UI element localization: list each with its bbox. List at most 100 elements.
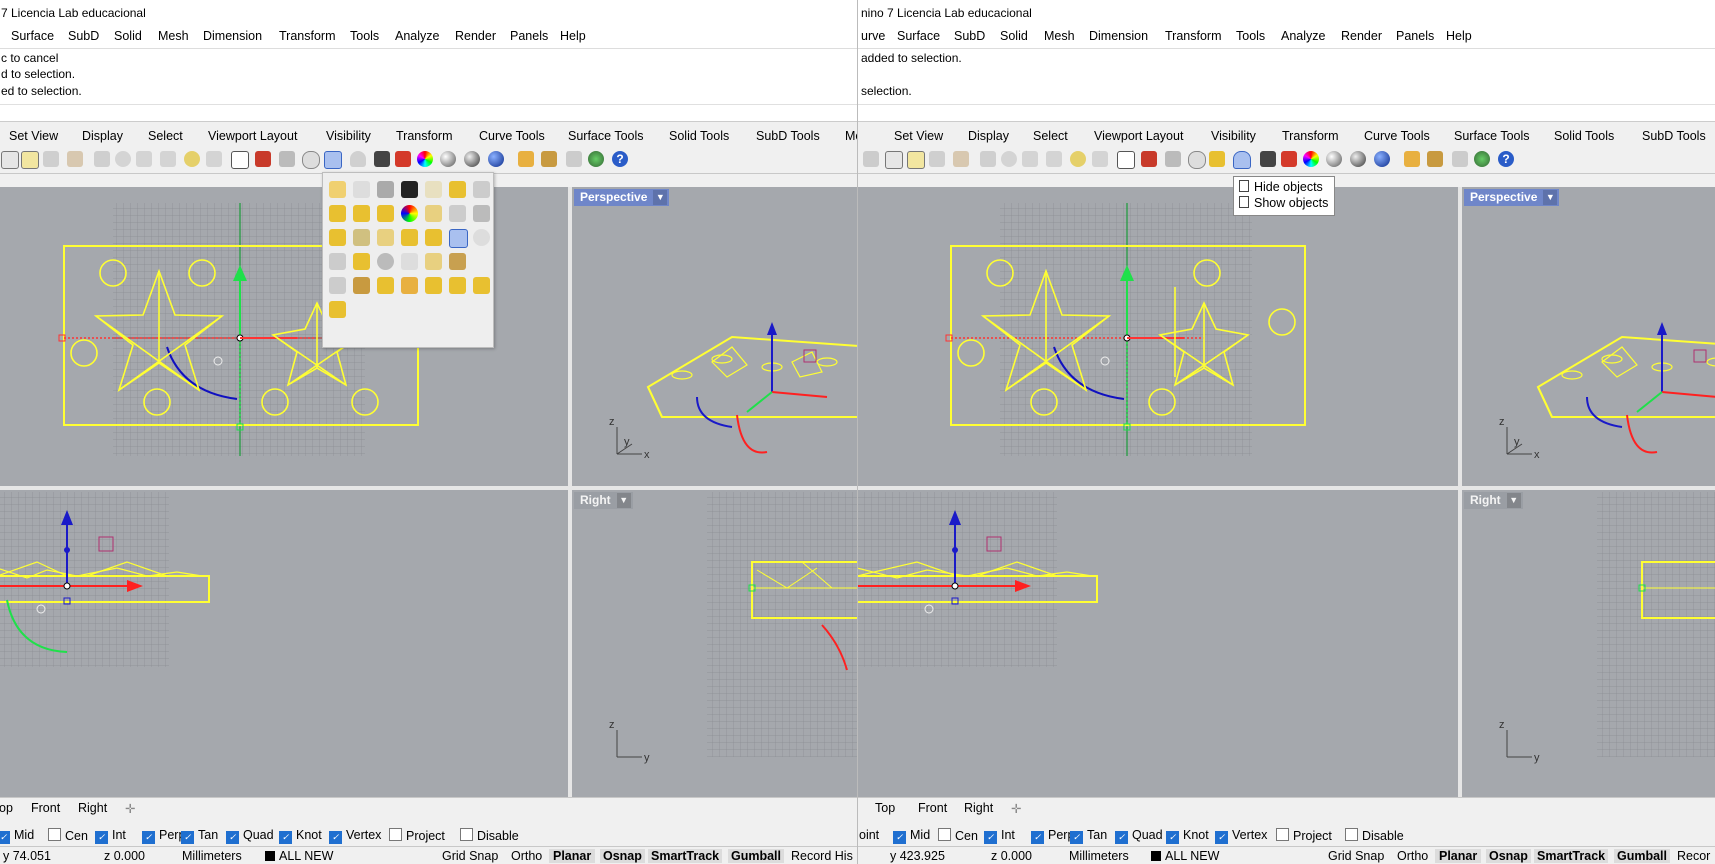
viewport-right-title[interactable]: Right ▼ (1464, 492, 1523, 509)
grid-snap-toggle[interactable]: Grid Snap (442, 849, 498, 863)
copy-icon[interactable] (1, 151, 19, 169)
shaded-icon[interactable] (1326, 151, 1342, 167)
rotate-view-icon[interactable] (94, 151, 110, 167)
tab-surface-tools[interactable]: Surface Tools (568, 129, 644, 143)
menu-help[interactable]: Help (560, 29, 586, 43)
smarttrack-toggle[interactable]: SmartTrack (648, 849, 723, 863)
osnap-int[interactable]: ✓ Int (984, 828, 1015, 844)
key-icon[interactable] (425, 277, 442, 294)
record-history-toggle[interactable]: Recor (1677, 849, 1710, 863)
tab-curve-tools[interactable]: Curve Tools (479, 129, 545, 143)
tab-set-view[interactable]: Set View (894, 129, 943, 143)
cut-icon[interactable] (863, 151, 879, 167)
shaded-icon[interactable] (440, 151, 456, 167)
osnap-point[interactable]: oint (859, 828, 879, 842)
grid-snap-toggle[interactable]: Grid Snap (1328, 849, 1384, 863)
sphere-icon[interactable] (377, 253, 394, 270)
color-icon[interactable] (1303, 151, 1319, 167)
layer-icon[interactable] (395, 151, 411, 167)
rendered-icon[interactable] (464, 151, 480, 167)
gear-icon[interactable] (1427, 151, 1443, 167)
osnap-tan[interactable]: ✓ Tan (1070, 828, 1107, 844)
viewport-perspective-title[interactable]: Perspective ▼ (574, 189, 670, 206)
solid-icon[interactable] (377, 205, 394, 222)
zoom-window-icon[interactable] (136, 151, 152, 167)
menu-surface[interactable]: Surface (897, 29, 940, 43)
tab-surface-tools[interactable]: Surface Tools (1454, 129, 1530, 143)
osnap-toggle[interactable]: Osnap (1486, 849, 1531, 863)
points-icon[interactable] (329, 205, 346, 222)
osnap-perp[interactable]: ✓ Perp (142, 828, 185, 844)
pan-icon[interactable] (67, 151, 83, 167)
four-viewports-icon[interactable] (1117, 151, 1135, 169)
osnap-cen[interactable]: Cen (48, 828, 88, 843)
osnap-project[interactable]: Project (1276, 828, 1332, 843)
osnap-knot[interactable]: ✓ Knot (279, 828, 322, 844)
group-icon[interactable] (377, 277, 394, 294)
dimension-icon[interactable] (566, 151, 582, 167)
select-objects-icon[interactable] (324, 151, 342, 169)
menu-panels[interactable]: Panels (510, 29, 548, 43)
menu-solid[interactable]: Solid (1000, 29, 1028, 43)
tab-solid-tools[interactable]: Solid Tools (669, 129, 729, 143)
cube-icon[interactable] (401, 253, 418, 270)
menu-tools[interactable]: Tools (350, 29, 379, 43)
curve-icon[interactable] (353, 229, 370, 246)
car-ghost-icon[interactable] (279, 151, 295, 167)
tab-right[interactable]: Right (964, 801, 993, 815)
osnap-perp[interactable]: ✓ Perp (1031, 828, 1074, 844)
color-select-icon[interactable] (401, 205, 418, 222)
menu-render[interactable]: Render (1341, 29, 1382, 43)
spiral-icon[interactable] (449, 229, 468, 248)
copy-icon[interactable] (885, 151, 903, 169)
menu-surface[interactable]: Surface (11, 29, 54, 43)
menu-mesh[interactable]: Mesh (158, 29, 189, 43)
osnap-cen[interactable]: Cen (938, 828, 978, 843)
tab-solid-tools[interactable]: Solid Tools (1554, 129, 1614, 143)
extrusion-icon[interactable] (401, 229, 418, 246)
menu-tools[interactable]: Tools (1236, 29, 1265, 43)
undo-view-icon[interactable] (1092, 151, 1108, 167)
tab-curve-tools[interactable]: Curve Tools (1364, 129, 1430, 143)
chevron-down-icon[interactable]: ▼ (1506, 493, 1521, 508)
annotation-icon[interactable] (425, 253, 442, 270)
viewport-front[interactable] (0, 490, 568, 797)
ortho-toggle[interactable]: Ortho (1397, 849, 1428, 863)
dimension-icon[interactable] (1452, 151, 1468, 167)
osnap-mid[interactable]: ✓ Mid (0, 828, 34, 844)
paste-icon[interactable] (907, 151, 925, 169)
undo-view-icon[interactable] (206, 151, 222, 167)
zoom-icon[interactable] (1001, 151, 1017, 167)
zoom-selected-icon[interactable] (1070, 151, 1086, 167)
menu-curve[interactable]: urve (861, 29, 885, 43)
list-icon[interactable] (425, 181, 442, 198)
zoom-extents-icon[interactable] (1046, 151, 1062, 167)
menu-subd[interactable]: SubD (68, 29, 99, 43)
planar-toggle[interactable]: Planar (549, 849, 596, 863)
text-icon[interactable] (353, 205, 370, 222)
menu-render[interactable]: Render (455, 29, 496, 43)
planar-toggle[interactable]: Planar (1435, 849, 1482, 863)
filter-icon[interactable] (377, 181, 394, 198)
surface-icon[interactable] (425, 205, 442, 222)
menu-panels[interactable]: Panels (1396, 29, 1434, 43)
osnap-tan[interactable]: ✓ Tan (181, 828, 218, 844)
light-icon[interactable] (1404, 151, 1420, 167)
ball-icon[interactable] (473, 229, 490, 246)
osnap-int[interactable]: ✓ Int (95, 828, 126, 844)
fence-icon[interactable] (353, 277, 370, 294)
menu-subd[interactable]: SubD (954, 29, 985, 43)
tab-top[interactable]: Top (875, 801, 895, 815)
dots-icon[interactable] (473, 205, 490, 222)
gumball-toggle[interactable]: Gumball (1614, 849, 1671, 863)
material-icon[interactable] (1374, 151, 1390, 167)
pan-icon[interactable] (953, 151, 969, 167)
viewport-right[interactable]: z y Right ▼ (572, 490, 857, 797)
four-viewports-icon[interactable] (231, 151, 249, 169)
zoom-selected-icon[interactable] (184, 151, 200, 167)
chevron-down-icon[interactable]: ▼ (616, 493, 631, 508)
light-icon[interactable] (518, 151, 534, 167)
menu-dimension[interactable]: Dimension (1089, 29, 1148, 43)
hide-objects-icon[interactable] (350, 151, 366, 167)
select-none-icon[interactable] (353, 181, 370, 198)
